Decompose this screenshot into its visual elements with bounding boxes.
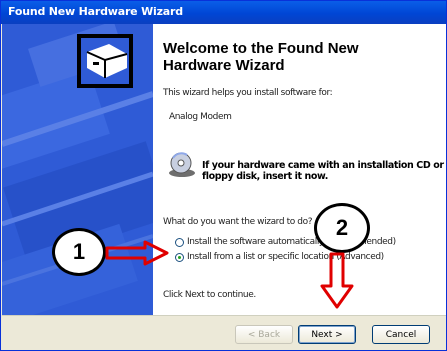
cancel-button[interactable]: Cancel — [372, 325, 430, 344]
intro-text: This wizard helps you install software f… — [163, 88, 333, 98]
arrow-down-icon — [320, 252, 354, 309]
wizard-window: Found New Hardware Wizard Welcome to the… — [0, 0, 447, 351]
next-button[interactable]: Next > — [298, 325, 356, 344]
wizard-content: Welcome to the Found New Hardware Wizard… — [77, 24, 446, 315]
hardware-device-icon — [77, 34, 133, 88]
option-advanced[interactable]: Install from a list or specific location… — [175, 252, 435, 264]
callout-1: 1 — [52, 228, 106, 276]
arrow-right-icon — [105, 240, 169, 266]
button-bar: < Back Next > Cancel — [2, 315, 446, 350]
cd-disk-icon — [169, 152, 195, 177]
back-button[interactable]: < Back — [235, 325, 293, 344]
cd-notice-text: If your hardware came with an installati… — [202, 160, 444, 182]
callout-2: 2 — [314, 203, 370, 253]
radio-advanced[interactable] — [175, 253, 184, 262]
title-bar[interactable]: Found New Hardware Wizard — [1, 1, 446, 24]
device-name: Analog Modem — [169, 112, 232, 122]
option-automatic[interactable]: Install the software automatically (Reco… — [175, 237, 435, 249]
question-text: What do you want the wizard to do? — [163, 217, 313, 227]
window-title: Found New Hardware Wizard — [8, 5, 183, 18]
radio-automatic[interactable] — [175, 238, 184, 247]
wizard-heading: Welcome to the Found New Hardware Wizard — [163, 40, 359, 74]
footer-hint: Click Next to continue. — [163, 290, 256, 300]
